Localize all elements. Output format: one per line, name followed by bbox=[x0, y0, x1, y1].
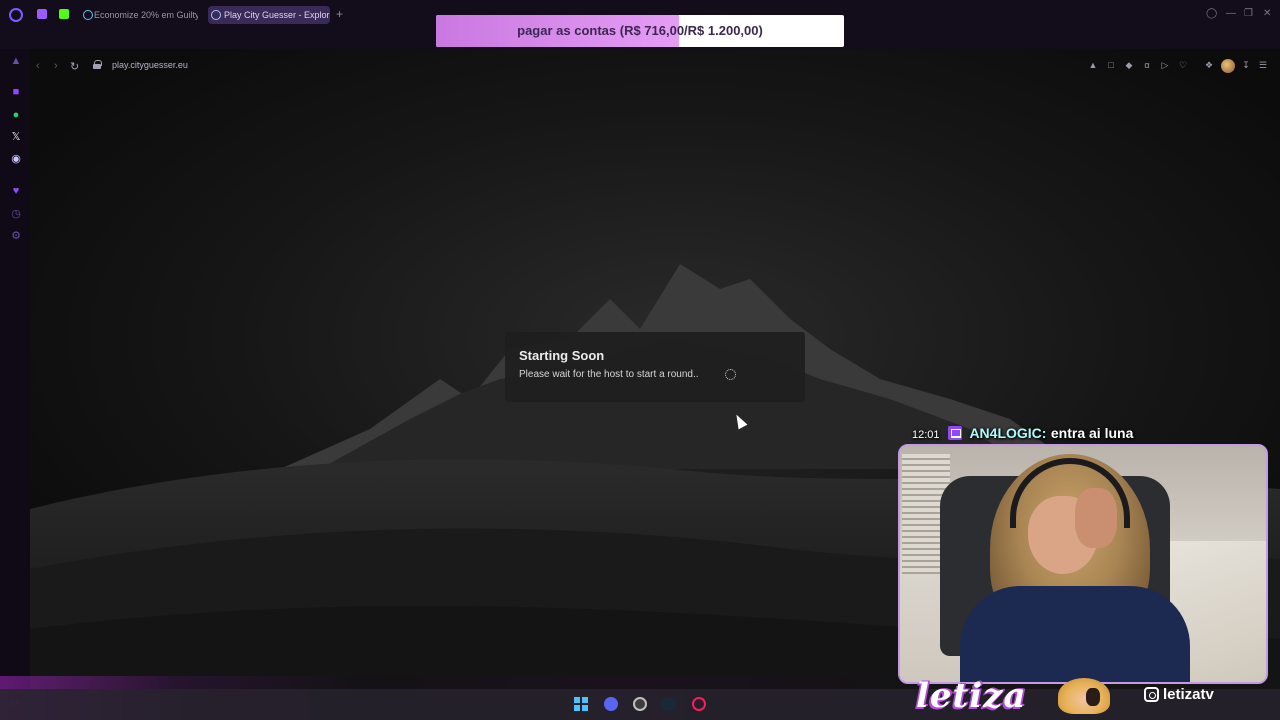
forward-icon[interactable]: › bbox=[54, 60, 58, 72]
heart-outline-icon[interactable]: ♡ bbox=[1178, 60, 1188, 70]
chat-text: entra ai luna bbox=[1050, 425, 1134, 441]
twitch-badge-icon bbox=[947, 426, 962, 440]
back-icon[interactable]: ‹ bbox=[36, 60, 40, 72]
reload-icon[interactable]: ↻ bbox=[70, 60, 79, 73]
restore-icon[interactable]: ❐ bbox=[1244, 8, 1253, 19]
profile-avatar[interactable] bbox=[1221, 59, 1235, 73]
x-icon[interactable]: 𝕏 bbox=[10, 131, 22, 143]
tab-label: Economize 20% em Guilty bbox=[94, 10, 198, 20]
loading-spinner-icon bbox=[725, 369, 736, 380]
donation-goal-bar: pagar as contas (R$ 716,00/R$ 1.200,00) bbox=[436, 15, 844, 47]
url-field[interactable]: play.cityguesser.eu bbox=[112, 60, 188, 70]
discord-taskbar-icon[interactable] bbox=[604, 697, 618, 711]
minimize-icon[interactable]: — bbox=[1226, 8, 1236, 19]
steam-taskbar-icon[interactable] bbox=[662, 697, 676, 711]
aria-icon[interactable]: ▲ bbox=[10, 55, 22, 67]
opera-gx-logo-icon[interactable] bbox=[9, 8, 23, 22]
streamer-hand bbox=[1075, 488, 1117, 548]
play-icon[interactable]: ▷ bbox=[1160, 60, 1170, 70]
chat-message: 12:01 AN4LOGIC: entra ai luna bbox=[912, 425, 1133, 441]
screen: Economize 20% em Guilty Play City Guesse… bbox=[0, 0, 1280, 720]
brand-avatar bbox=[1058, 678, 1110, 714]
kick-icon[interactable] bbox=[59, 9, 69, 19]
lock-icon bbox=[93, 60, 102, 69]
donation-goal-label: pagar as contas (R$ 716,00/R$ 1.200,00) bbox=[517, 23, 763, 38]
webcam-feed bbox=[898, 444, 1268, 684]
download-icon[interactable]: ↧ bbox=[1241, 60, 1251, 70]
starting-soon-modal: Starting Soon Please wait for the host t… bbox=[505, 332, 805, 402]
steam-favicon-icon bbox=[83, 10, 93, 20]
chat-time: 12:01 bbox=[912, 429, 940, 441]
close-icon[interactable]: ✕ bbox=[1263, 8, 1271, 19]
globe-icon bbox=[211, 10, 221, 20]
search-icon[interactable]: ◯ bbox=[1206, 8, 1217, 19]
windows-start-icon[interactable] bbox=[574, 697, 588, 711]
chat-username: AN4LOGIC: bbox=[969, 425, 1047, 441]
browser-sidebar: ▲ ■ ● 𝕏 ◉ ♥ ◷ ⚙ GX ⋯ bbox=[0, 49, 30, 707]
discord-icon[interactable]: ◉ bbox=[10, 153, 22, 165]
opera-gx-taskbar-icon[interactable] bbox=[692, 697, 706, 711]
translate-icon[interactable]: α bbox=[1142, 60, 1152, 70]
brand-logo-text: letiza bbox=[916, 676, 1027, 716]
extensions-icon[interactable]: ❖ bbox=[1204, 60, 1214, 70]
settings-icon[interactable]: ⚙ bbox=[10, 230, 22, 242]
tab-label: Play City Guesser - Explor bbox=[224, 10, 330, 20]
streamer-shirt bbox=[960, 586, 1190, 682]
tab-steam-sale[interactable]: Economize 20% em Guilty bbox=[80, 6, 198, 24]
pin-icon[interactable]: ▲ bbox=[1088, 60, 1098, 70]
whatsapp-icon[interactable]: ● bbox=[10, 109, 22, 121]
modal-message: Please wait for the host to start a roun… bbox=[519, 369, 699, 380]
instagram-handle: letizatv bbox=[1163, 686, 1214, 703]
instagram-icon bbox=[1144, 687, 1159, 702]
twitch-icon[interactable]: ■ bbox=[10, 86, 22, 98]
history-icon[interactable]: ◷ bbox=[10, 208, 22, 220]
obs-taskbar-icon[interactable] bbox=[633, 697, 647, 711]
heart-icon[interactable]: ♥ bbox=[10, 185, 22, 197]
new-tab-button[interactable]: + bbox=[336, 7, 343, 21]
menu-icon[interactable]: ☰ bbox=[1258, 60, 1268, 70]
stream-branding: letiza letizatv bbox=[900, 676, 1268, 716]
snapshot-icon[interactable]: □ bbox=[1106, 60, 1116, 70]
messenger-icon[interactable] bbox=[37, 9, 47, 19]
tab-city-guesser[interactable]: Play City Guesser - Explor bbox=[208, 6, 330, 24]
shield-icon[interactable]: ◆ bbox=[1124, 60, 1134, 70]
modal-title: Starting Soon bbox=[519, 348, 605, 363]
